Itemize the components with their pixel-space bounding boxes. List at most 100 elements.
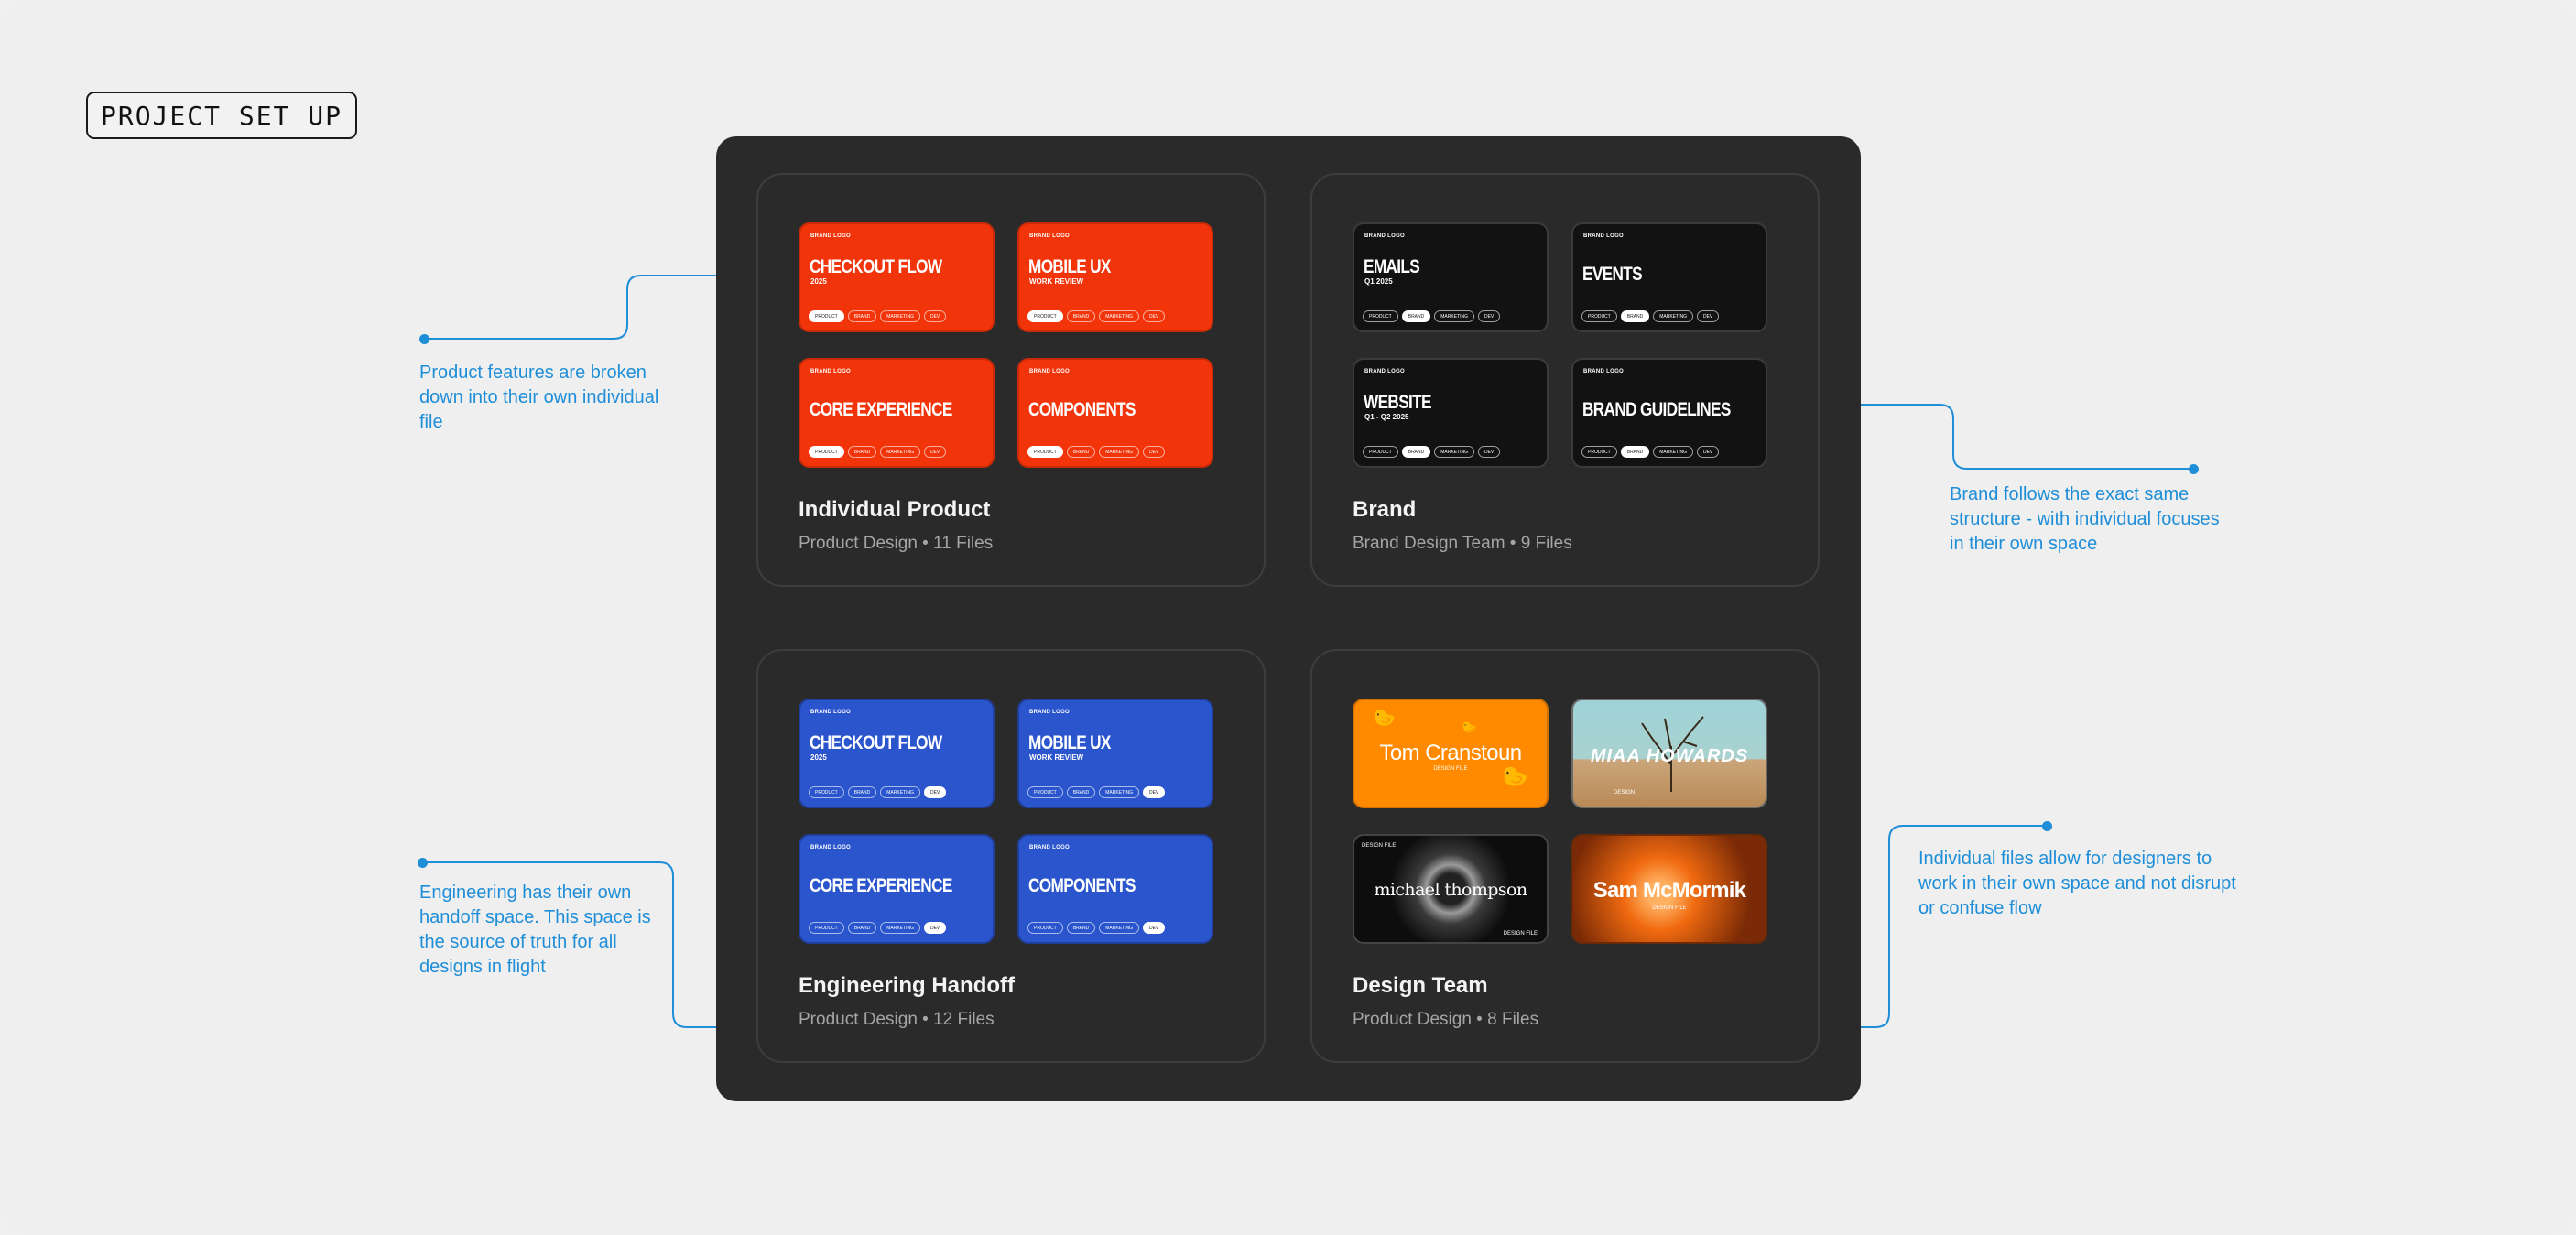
tag-product: PRODUCT — [809, 922, 844, 934]
file-subtitle: 2025 — [810, 753, 827, 762]
file-card[interactable]: DESIGN FILE michael thompson DESIGN FILE — [1353, 834, 1549, 944]
file-title: MIAA HOWARDS — [1590, 746, 1749, 766]
file-card[interactable]: BRAND LOGO WEBSITE Q1 - Q2 2025 PRODUCT … — [1353, 358, 1549, 468]
brand-logo: BRAND LOGO — [810, 369, 851, 374]
tag-product: PRODUCT — [1027, 922, 1063, 934]
annotation-product: Product features are broken down into th… — [419, 363, 659, 432]
file-card[interactable]: BRAND LOGO EMAILS Q1 2025 PRODUCT BRAND … — [1353, 222, 1549, 332]
tag-brand: BRAND — [1620, 310, 1650, 322]
file-card[interactable]: BRAND LOGO MOBILE UX WORK REVIEW PRODUCT… — [1017, 699, 1213, 808]
tag-marketing: MARKETING — [1434, 446, 1474, 458]
file-card[interactable]: 🐤 🐤 🐤 Tom Cranstoun DESIGN FILE — [1353, 699, 1549, 808]
file-title: COMPONENTS — [1028, 399, 1136, 420]
tag-brand: BRAND — [1066, 786, 1096, 798]
file-title: Tom Cranstoun — [1379, 741, 1523, 765]
file-card[interactable]: BRAND LOGO COMPONENTS PRODUCT BRAND MARK… — [1017, 358, 1213, 468]
project-title: Brand — [1353, 497, 1417, 522]
tag-brand: BRAND — [1401, 446, 1431, 458]
project-design-team[interactable]: 🐤 🐤 🐤 Tom Cranstoun DESIGN FILE MIAA HOW… — [1310, 649, 1820, 1063]
tag-marketing: MARKETING — [880, 310, 920, 322]
file-card[interactable]: BRAND LOGO BRAND GUIDELINES PRODUCT BRAN… — [1571, 358, 1767, 468]
file-title: CHECKOUT FLOW — [810, 256, 942, 277]
tag-marketing: MARKETING — [1099, 446, 1139, 458]
annotation-design: Individual files allow for designers to … — [1918, 849, 2236, 918]
file-card[interactable]: BRAND LOGO MOBILE UX WORK REVIEW PRODUCT… — [1017, 222, 1213, 332]
brand-logo: BRAND LOGO — [1029, 845, 1070, 850]
tag-product: PRODUCT — [1581, 310, 1617, 322]
tag-product: PRODUCT — [1027, 310, 1063, 322]
file-card[interactable]: MIAA HOWARDS DESIGN — [1571, 699, 1767, 808]
project-brand[interactable]: BRAND LOGO EMAILS Q1 2025 PRODUCT BRAND … — [1310, 173, 1820, 587]
tag-dev: DEV — [923, 922, 947, 934]
tag-product: PRODUCT — [809, 310, 844, 322]
tag-row: PRODUCT BRAND MARKETING DEV — [1581, 446, 1720, 458]
tag-row: PRODUCT BRAND MARKETING DEV — [809, 922, 947, 934]
tag-dev: DEV — [923, 446, 947, 458]
brand-logo: BRAND LOGO — [810, 233, 851, 239]
project-subtitle: Product Design • 8 Files — [1353, 1010, 1539, 1029]
tag-marketing: MARKETING — [1434, 310, 1474, 322]
tag-dev: DEV — [1696, 446, 1720, 458]
project-engineering-handoff[interactable]: BRAND LOGO CHECKOUT FLOW 2025 PRODUCT BR… — [756, 649, 1266, 1063]
anchor-dot — [2189, 464, 2199, 474]
tag-dev: DEV — [1696, 310, 1720, 322]
tag-dev: DEV — [923, 786, 947, 798]
tag-brand: BRAND — [1401, 310, 1431, 322]
tag-brand: BRAND — [1620, 446, 1650, 458]
canvas: PROJECT SET UP Product features are brok… — [0, 0, 2576, 1235]
tag-dev: DEV — [1142, 922, 1166, 934]
file-label: DESIGN FILE — [1362, 843, 1397, 849]
tag-brand: BRAND — [847, 446, 877, 458]
project-subtitle: Product Design • 11 Files — [799, 534, 994, 553]
file-title: michael thompson — [1374, 880, 1528, 900]
file-subtitle: DESIGN FILE — [1433, 766, 1468, 772]
file-subtitle: DESIGN FILE — [1503, 931, 1538, 937]
tag-product: PRODUCT — [1027, 786, 1063, 798]
tag-brand: BRAND — [1066, 310, 1096, 322]
file-title: MOBILE UX — [1028, 256, 1111, 277]
tag-row: PRODUCT BRAND MARKETING DEV — [1363, 446, 1501, 458]
brand-logo: BRAND LOGO — [1029, 710, 1070, 715]
file-subtitle: WORK REVIEW — [1029, 277, 1084, 286]
tag-row: PRODUCT BRAND MARKETING DEV — [809, 446, 947, 458]
tag-product: PRODUCT — [809, 786, 844, 798]
file-card[interactable]: BRAND LOGO CORE EXPERIENCE PRODUCT BRAND… — [799, 358, 995, 468]
tag-brand: BRAND — [1066, 446, 1096, 458]
file-title: CORE EXPERIENCE — [810, 875, 952, 896]
tag-product: PRODUCT — [1581, 446, 1617, 458]
tag-row: PRODUCT BRAND MARKETING DEV — [1363, 310, 1501, 322]
project-board: BRAND LOGO CHECKOUT FLOW 2025 PRODUCT BR… — [716, 136, 1861, 1101]
file-subtitle: Q1 2025 — [1364, 277, 1393, 286]
file-title: WEBSITE — [1364, 392, 1432, 413]
file-card[interactable]: Sam McMormik DESIGN FILE — [1571, 834, 1767, 944]
file-card[interactable]: BRAND LOGO EVENTS PRODUCT BRAND MARKETIN… — [1571, 222, 1767, 332]
project-title: Design Team — [1353, 973, 1488, 998]
tag-row: PRODUCT BRAND MARKETING DEV — [809, 786, 947, 798]
annotation-engineering: Engineering has their own handoff space.… — [419, 883, 651, 977]
tag-dev: DEV — [1142, 786, 1166, 798]
annotation-brand: Brand follows the exact same structure -… — [1950, 484, 2220, 554]
tag-product: PRODUCT — [809, 446, 844, 458]
tag-marketing: MARKETING — [1099, 922, 1139, 934]
tag-dev: DEV — [923, 310, 947, 322]
tag-dev: DEV — [1477, 310, 1501, 322]
tag-brand: BRAND — [847, 786, 877, 798]
file-card[interactable]: BRAND LOGO COMPONENTS PRODUCT BRAND MARK… — [1017, 834, 1213, 944]
tag-brand: BRAND — [847, 310, 877, 322]
rubber-duck-icon: 🐤 — [1461, 720, 1477, 735]
tag-row: PRODUCT BRAND MARKETING DEV — [1027, 786, 1166, 798]
brand-logo: BRAND LOGO — [810, 710, 851, 715]
file-subtitle: DESIGN FILE — [1652, 905, 1687, 911]
tag-brand: BRAND — [847, 922, 877, 934]
rubber-duck-icon: 🐤 — [1371, 708, 1397, 731]
tag-row: PRODUCT BRAND MARKETING DEV — [809, 310, 947, 322]
file-card[interactable]: BRAND LOGO CORE EXPERIENCE PRODUCT BRAND… — [799, 834, 995, 944]
brand-logo: BRAND LOGO — [1583, 369, 1624, 374]
file-card[interactable]: BRAND LOGO CHECKOUT FLOW 2025 PRODUCT BR… — [799, 699, 995, 808]
tag-marketing: MARKETING — [880, 786, 920, 798]
brand-logo: BRAND LOGO — [1364, 233, 1405, 239]
file-card[interactable]: BRAND LOGO CHECKOUT FLOW 2025 PRODUCT BR… — [799, 222, 995, 332]
file-title: CORE EXPERIENCE — [810, 399, 952, 420]
project-individual-product[interactable]: BRAND LOGO CHECKOUT FLOW 2025 PRODUCT BR… — [756, 173, 1266, 587]
anchor-dot — [418, 858, 428, 868]
